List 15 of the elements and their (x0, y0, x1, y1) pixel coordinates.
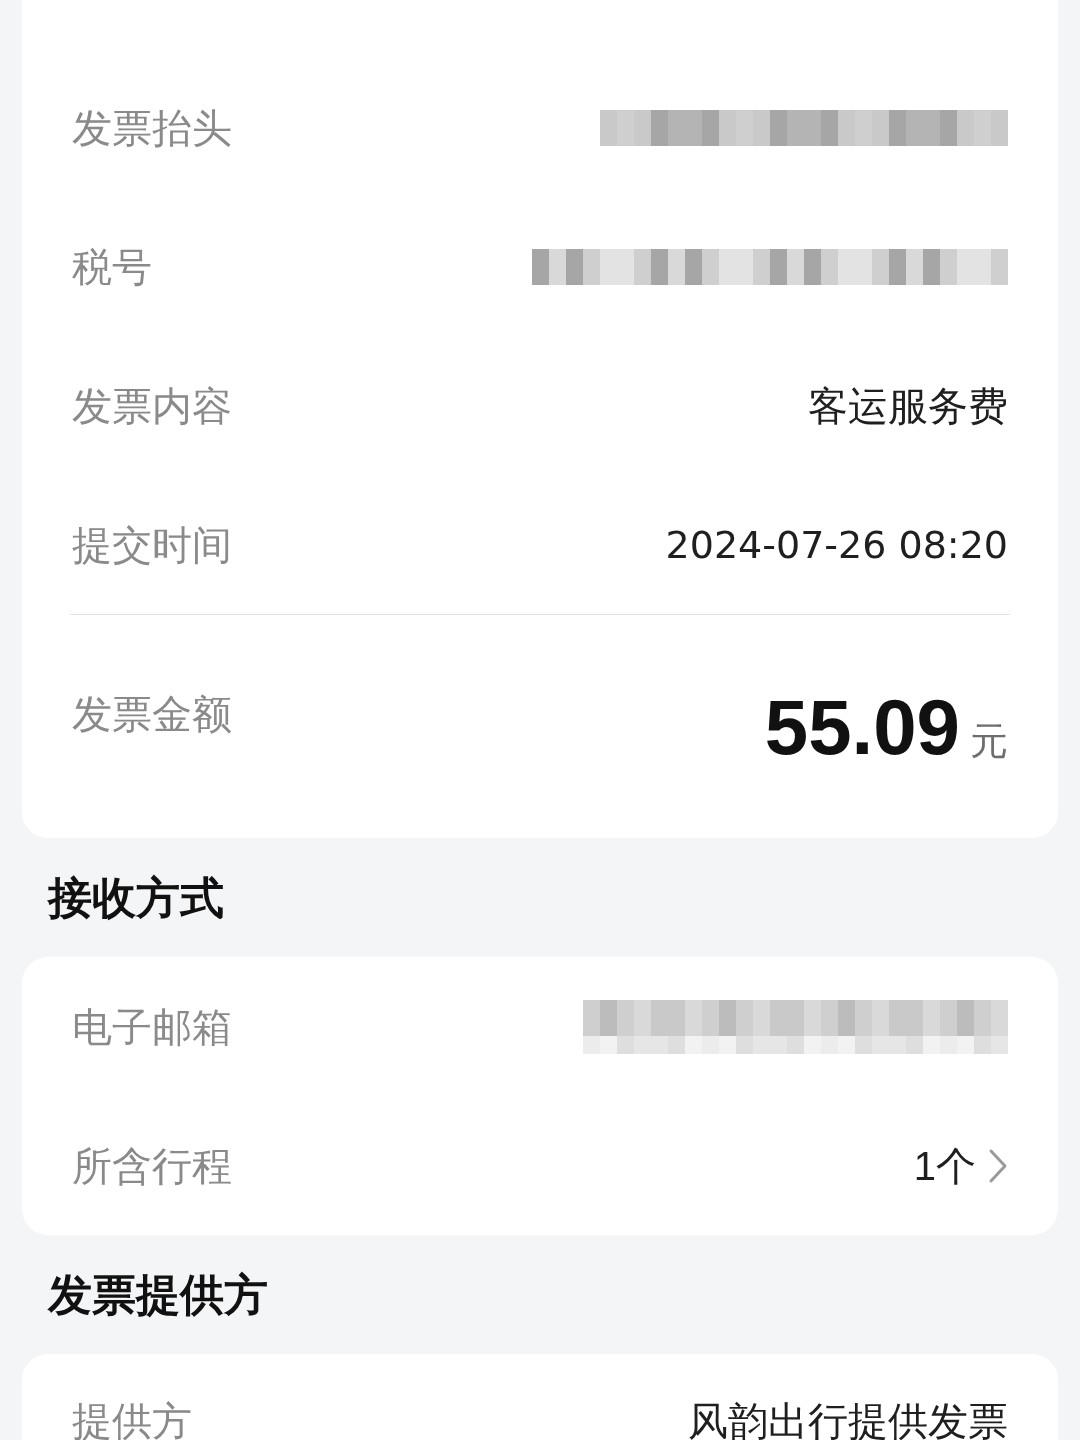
section-title: 发票提供方 (48, 1272, 268, 1317)
field-label: 提交时间 (72, 524, 232, 565)
field-value: 客运服务费 (808, 385, 1008, 426)
amount-label: 发票金额 (72, 693, 232, 734)
section-title: 接收方式 (48, 875, 224, 920)
field-label: 发票内容 (72, 385, 232, 426)
field-label: 所含行程 (72, 1145, 232, 1186)
field-label: 发票抬头 (72, 107, 232, 148)
chevron-right-icon (988, 1147, 1008, 1184)
currency-unit: 元 (970, 721, 1008, 760)
trip-count-link[interactable]: 1个 (913, 1145, 1008, 1186)
field-label: 税号 (72, 246, 152, 287)
amount-value: 55.09 (764, 687, 960, 766)
field-value: 2024-07-26 08:20 (665, 525, 1008, 564)
field-label: 电子邮箱 (72, 1006, 232, 1047)
